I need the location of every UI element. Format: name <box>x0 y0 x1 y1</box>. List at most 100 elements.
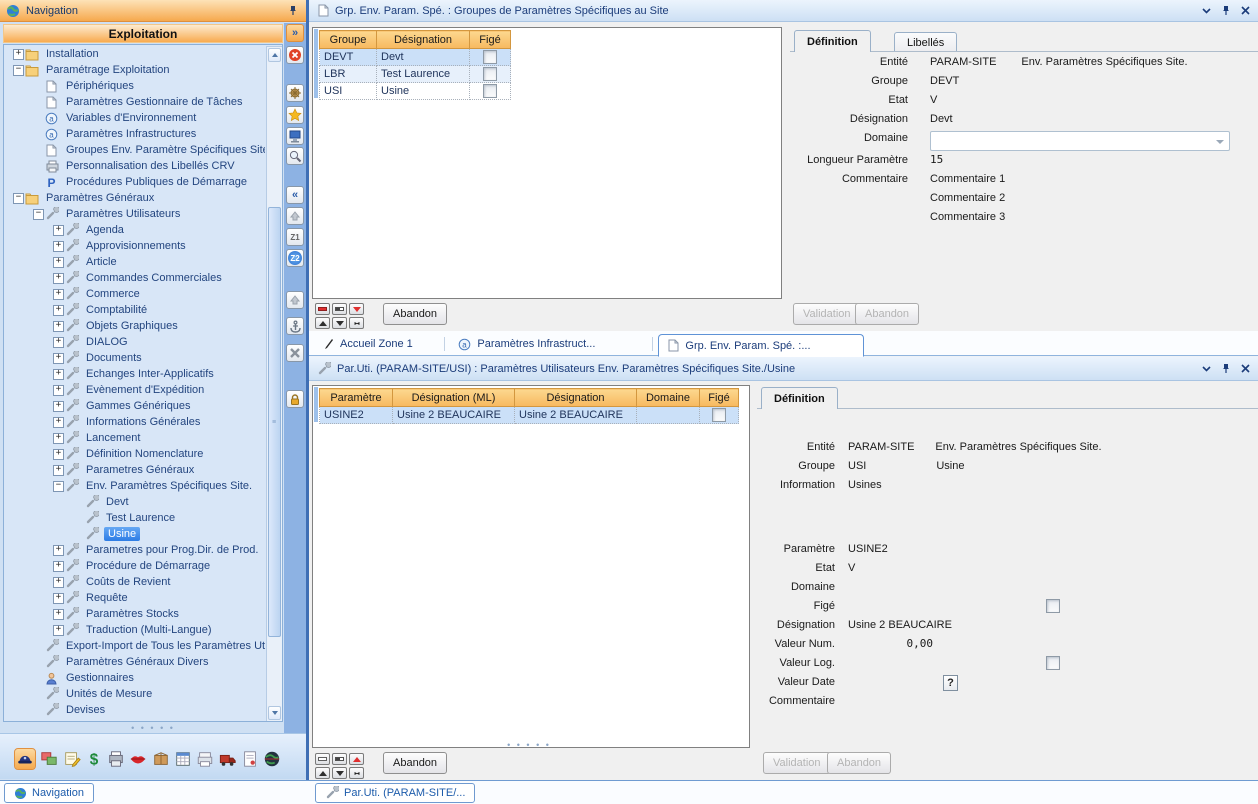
recnav-tri-red-up-button[interactable] <box>349 753 364 765</box>
recnav-m-button[interactable]: ▸◂ <box>349 317 364 329</box>
abandon-button[interactable]: Abandon <box>383 752 447 774</box>
tree-item[interactable]: Filtres et Tris <box>4 718 265 721</box>
grid-column-header[interactable]: Figé <box>700 389 739 407</box>
arrow-up-button[interactable] <box>286 291 304 309</box>
date-helper-button[interactable]: ? <box>943 675 958 691</box>
tree-item[interactable]: Export-Import de Tous les Paramètres Uti… <box>4 638 265 654</box>
table-row[interactable]: USINE2Usine 2 BEAUCAIREUsine 2 BEAUCAIRE <box>320 407 739 424</box>
tree-item[interactable]: +Parametres Généraux <box>4 462 265 478</box>
recnav-tri-down-button[interactable] <box>332 317 347 329</box>
pin-icon[interactable] <box>288 5 298 16</box>
fige-checkbox[interactable] <box>483 84 497 98</box>
star-favorites-button[interactable] <box>286 106 304 124</box>
tree-item[interactable]: PProcédures Publiques de Démarrage <box>4 174 265 190</box>
validation-button[interactable]: Validation <box>763 752 831 774</box>
tree-item[interactable]: +Traduction (Multi-Langue) <box>4 622 265 638</box>
tree-item[interactable]: +Echanges Inter-Applicatifs <box>4 366 265 382</box>
pin-icon[interactable] <box>1221 363 1231 374</box>
recnav-bar-red-button[interactable] <box>315 303 330 315</box>
expander-plus-icon[interactable]: + <box>52 577 65 588</box>
chevron-down-icon[interactable] <box>1202 366 1211 372</box>
expander-plus-icon[interactable]: + <box>52 609 65 620</box>
tree-item[interactable]: +Commandes Commerciales <box>4 270 265 286</box>
form-tab-définition[interactable]: Définition <box>761 387 838 409</box>
expander-plus-icon[interactable]: + <box>52 593 65 604</box>
tree-item[interactable]: +Approvisionnements <box>4 238 265 254</box>
tree-item[interactable]: +Gammes Génériques <box>4 398 265 414</box>
tree-item[interactable]: Gestionnaires <box>4 670 265 686</box>
form-tab-définition[interactable]: Définition <box>794 30 871 52</box>
abandon-form-button[interactable]: Abandon <box>827 752 891 774</box>
scroll-thumb[interactable]: ≡ <box>268 207 281 637</box>
tree-item[interactable]: +Commerce <box>4 286 265 302</box>
exploitation-band[interactable]: Exploitation <box>3 24 283 43</box>
grid-column-header[interactable]: Figé <box>470 31 511 49</box>
tree-item[interactable]: +Evènement d'Expédition <box>4 382 265 398</box>
anchor-button[interactable] <box>286 317 304 335</box>
tree-item[interactable]: +Coûts de Revient <box>4 574 265 590</box>
search-button[interactable] <box>286 147 304 165</box>
recnav-tri-red-down-button[interactable] <box>349 303 364 315</box>
doc-tab-3-active[interactable]: Grp. Env. Param. Spé. :... <box>658 334 864 357</box>
expander-plus-icon[interactable]: + <box>52 465 65 476</box>
expander-plus-icon[interactable]: + <box>12 49 25 60</box>
zone-1-button[interactable]: Z1 <box>286 228 304 246</box>
tree-item[interactable]: Devt <box>4 494 265 510</box>
collapse-left-button[interactable]: « <box>286 186 304 204</box>
expander-plus-icon[interactable]: + <box>52 257 65 268</box>
doc-tab-1[interactable]: Accueil Zone 1 <box>315 333 441 355</box>
tree-item[interactable]: +Lancement <box>4 430 265 446</box>
app-truck-icon[interactable] <box>218 749 238 769</box>
expander-plus-icon[interactable]: + <box>52 241 65 252</box>
expander-plus-icon[interactable]: + <box>52 305 65 316</box>
fige-checkbox[interactable] <box>712 408 726 422</box>
expander-plus-icon[interactable]: + <box>52 337 65 348</box>
expander-plus-icon[interactable]: + <box>52 289 65 300</box>
scroll-down-button[interactable] <box>268 706 281 720</box>
expander-plus-icon[interactable]: + <box>52 369 65 380</box>
recnav-tri-up-button[interactable] <box>315 767 330 779</box>
grid-column-header[interactable]: Désignation (ML) <box>393 389 515 407</box>
close-icon[interactable] <box>1241 364 1250 373</box>
abandon-form-button[interactable]: Abandon <box>855 303 919 325</box>
expander-minus-icon[interactable]: − <box>12 193 25 204</box>
tree-item[interactable]: −Paramétrage Exploitation <box>4 62 265 78</box>
grid-column-header[interactable]: Désignation <box>377 31 470 49</box>
expander-plus-icon[interactable]: + <box>52 385 65 396</box>
tree-item[interactable]: Test Laurence <box>4 510 265 526</box>
tree-item[interactable]: −Paramètres Généraux <box>4 190 265 206</box>
expander-plus-icon[interactable]: + <box>52 225 65 236</box>
tree-item[interactable]: +Comptabilité <box>4 302 265 318</box>
app-notes-icon[interactable] <box>62 749 82 769</box>
tree-item[interactable]: Paramètres Gestionnaire de Tâches <box>4 94 265 110</box>
app-globe-dark-icon[interactable] <box>262 749 282 769</box>
expander-plus-icon[interactable]: + <box>52 273 65 284</box>
expander-plus-icon[interactable]: + <box>52 625 65 636</box>
recnav-tri-up-button[interactable] <box>315 317 330 329</box>
grid-column-header[interactable]: Groupe <box>320 31 377 49</box>
compass-button[interactable] <box>286 84 304 102</box>
tree-item[interactable]: −Paramètres Utilisateurs <box>4 206 265 222</box>
chevron-down-icon[interactable] <box>1202 8 1211 14</box>
field-checkbox[interactable] <box>1046 599 1060 613</box>
app-print-icon[interactable] <box>106 749 126 769</box>
expander-plus-icon[interactable]: + <box>52 449 65 460</box>
tree-item[interactable]: Unités de Mesure <box>4 686 265 702</box>
tree-item[interactable]: +Parametres pour Prog.Dir. de Prod. <box>4 542 265 558</box>
recnav-bar-half-button[interactable] <box>332 753 347 765</box>
app-finance-icon[interactable]: $ <box>84 749 104 769</box>
field-checkbox[interactable] <box>1046 656 1060 670</box>
tree-item[interactable]: +Procédure de Démarrage <box>4 558 265 574</box>
tree-item[interactable]: +Documents <box>4 350 265 366</box>
tree-item-selected[interactable]: Usine <box>4 526 265 542</box>
collapse-right-button[interactable]: » <box>286 24 304 42</box>
tree-item[interactable]: +Définition Nomenclature <box>4 446 265 462</box>
params-grid[interactable]: ParamètreDésignation (ML)DésignationDoma… <box>319 388 739 424</box>
tree-vertical-scrollbar[interactable]: ≡ <box>266 46 283 722</box>
app-printer-icon[interactable] <box>195 749 215 769</box>
close-red-button[interactable] <box>286 46 304 64</box>
groups-grid[interactable]: GroupeDésignationFigéDEVTDevtLBRTest Lau… <box>319 30 511 100</box>
fige-checkbox[interactable] <box>483 50 497 64</box>
recnav-bar-empty-button[interactable] <box>315 753 330 765</box>
tree-item[interactable]: Personnalisation des Libellés CRV <box>4 158 265 174</box>
